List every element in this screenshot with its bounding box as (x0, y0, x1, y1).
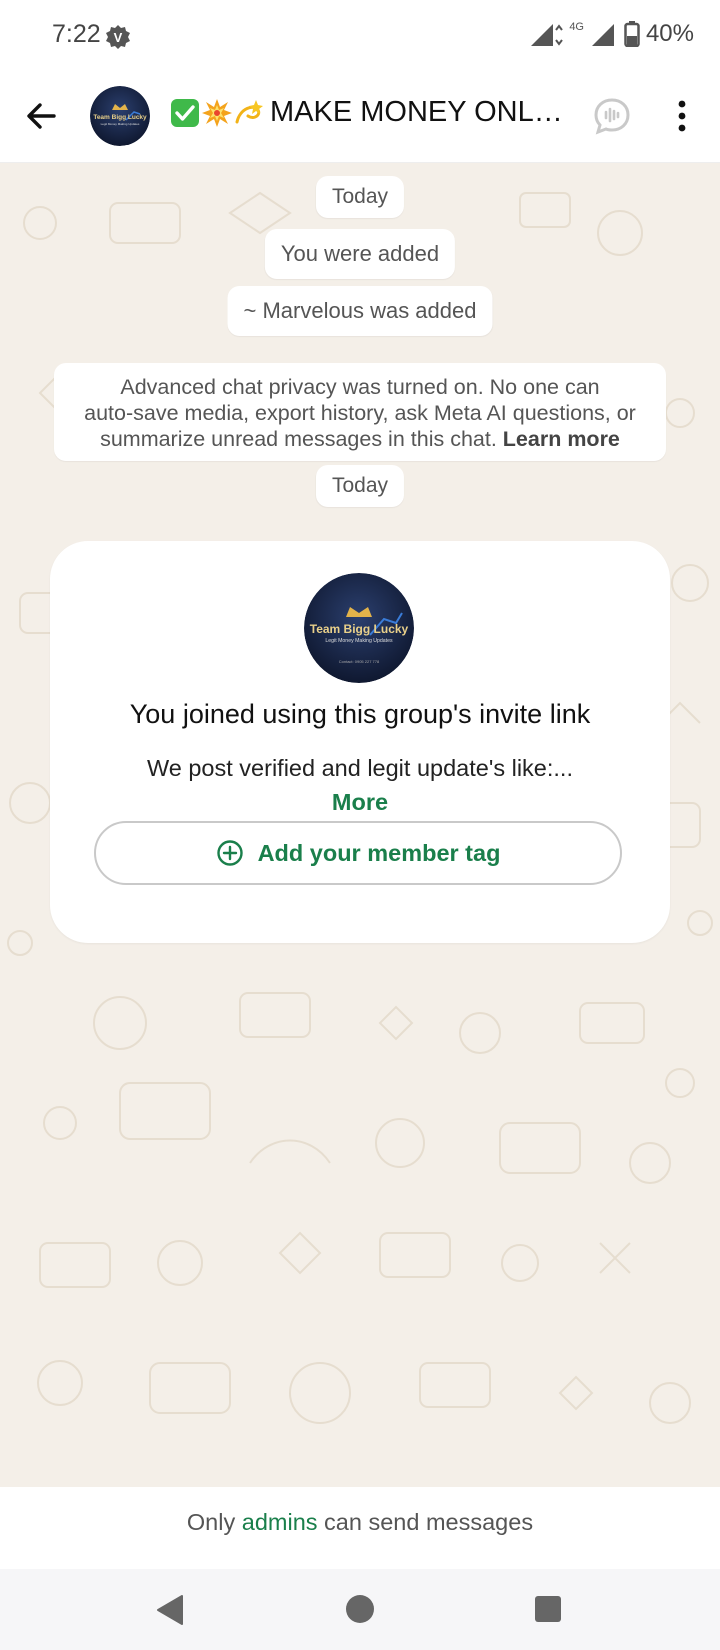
invite-group-avatar[interactable]: Team Bigg Lucky Legit Money Making Updat… (304, 573, 414, 683)
only-admins-notice: Only admins can send messages (0, 1509, 720, 1536)
invite-card-description: We post verified and legit update's like… (147, 755, 573, 781)
card-logo-subtext: Legit Money Making Updates (325, 638, 393, 644)
collision-emoji-icon (202, 98, 232, 127)
network-type-label: 4G (569, 21, 584, 33)
more-link[interactable]: More (50, 789, 670, 816)
card-logo-text: Team Bigg Lucky (310, 622, 409, 636)
privacy-notice-line2: auto-save media, export history, ask Met… (84, 401, 636, 425)
group-avatar[interactable]: Team Bigg Lucky Legit Money Making Updat… (90, 86, 150, 146)
admins-link[interactable]: admins (242, 1509, 318, 1535)
footer-suffix: can send messages (317, 1509, 534, 1535)
svg-text:V: V (114, 30, 123, 45)
card-logo-contact: Contact: 0905 227 778 (339, 659, 380, 664)
avatar-logo-subtext: Legit Money Making Updates (101, 122, 140, 126)
add-member-tag-button[interactable]: Add your member tag (94, 821, 622, 885)
date-pill: Today (315, 176, 405, 218)
dizzy-emoji-icon (235, 99, 263, 123)
signal-strength-icon-2 (592, 24, 614, 46)
avatar-logo-text: Team Bigg Lucky (93, 114, 147, 121)
privacy-notice: Advanced chat privacy was turned on. No … (54, 363, 666, 461)
back-arrow-icon[interactable] (22, 96, 62, 136)
chat-header: Team Bigg Lucky Legit Money Making Updat… (0, 72, 720, 163)
chat-area[interactable]: Today You were added ~ Marvelous was add… (0, 163, 720, 1487)
more-options-icon[interactable] (668, 96, 696, 136)
verizon-v-icon: V (106, 25, 130, 49)
group-logo-large-image: Team Bigg Lucky Legit Money Making Updat… (304, 573, 414, 683)
status-time: 7:22 (52, 20, 101, 48)
plus-circle-icon (216, 840, 243, 866)
battery-percent: 40% (645, 20, 694, 47)
nav-home-icon[interactable] (344, 1593, 376, 1625)
system-message-you-added: You were added (264, 229, 456, 279)
signal-strength-icon (531, 24, 564, 46)
group-title[interactable]: MAKE MONEY ONLIN… (170, 96, 570, 129)
footer-notice: Only admins can send messages (0, 1487, 720, 1569)
add-member-tag-label: Add your member tag (257, 839, 501, 866)
group-title-text: MAKE MONEY ONLIN… (270, 96, 570, 128)
nav-back-icon[interactable] (154, 1593, 186, 1627)
signal-icons: 4G (529, 21, 616, 48)
battery-icon (624, 21, 640, 47)
check-mark-button-emoji-icon (171, 98, 199, 127)
voice-chat-icon[interactable] (592, 96, 632, 136)
invite-card: Team Bigg Lucky Legit Money Making Updat… (50, 541, 670, 943)
learn-more-link[interactable]: Learn more (503, 427, 620, 451)
group-logo-image: Team Bigg Lucky Legit Money Making Updat… (90, 86, 150, 146)
privacy-notice-line1: Advanced chat privacy was turned on. No … (120, 375, 600, 399)
privacy-notice-line3: summarize unread messages in this chat. (100, 427, 497, 451)
system-navigation-bar (0, 1569, 720, 1650)
footer-prefix: Only (186, 1509, 242, 1535)
nav-recent-apps-icon[interactable] (534, 1595, 562, 1623)
system-message-member-added: ~ Marvelous was added (227, 286, 493, 336)
battery-indicator: 40% (624, 20, 694, 48)
invite-card-title: You joined using this group's invite lin… (129, 699, 591, 729)
date-pill-2: Today (315, 465, 405, 507)
status-bar: 7:22 V 4G 40% (0, 0, 720, 72)
